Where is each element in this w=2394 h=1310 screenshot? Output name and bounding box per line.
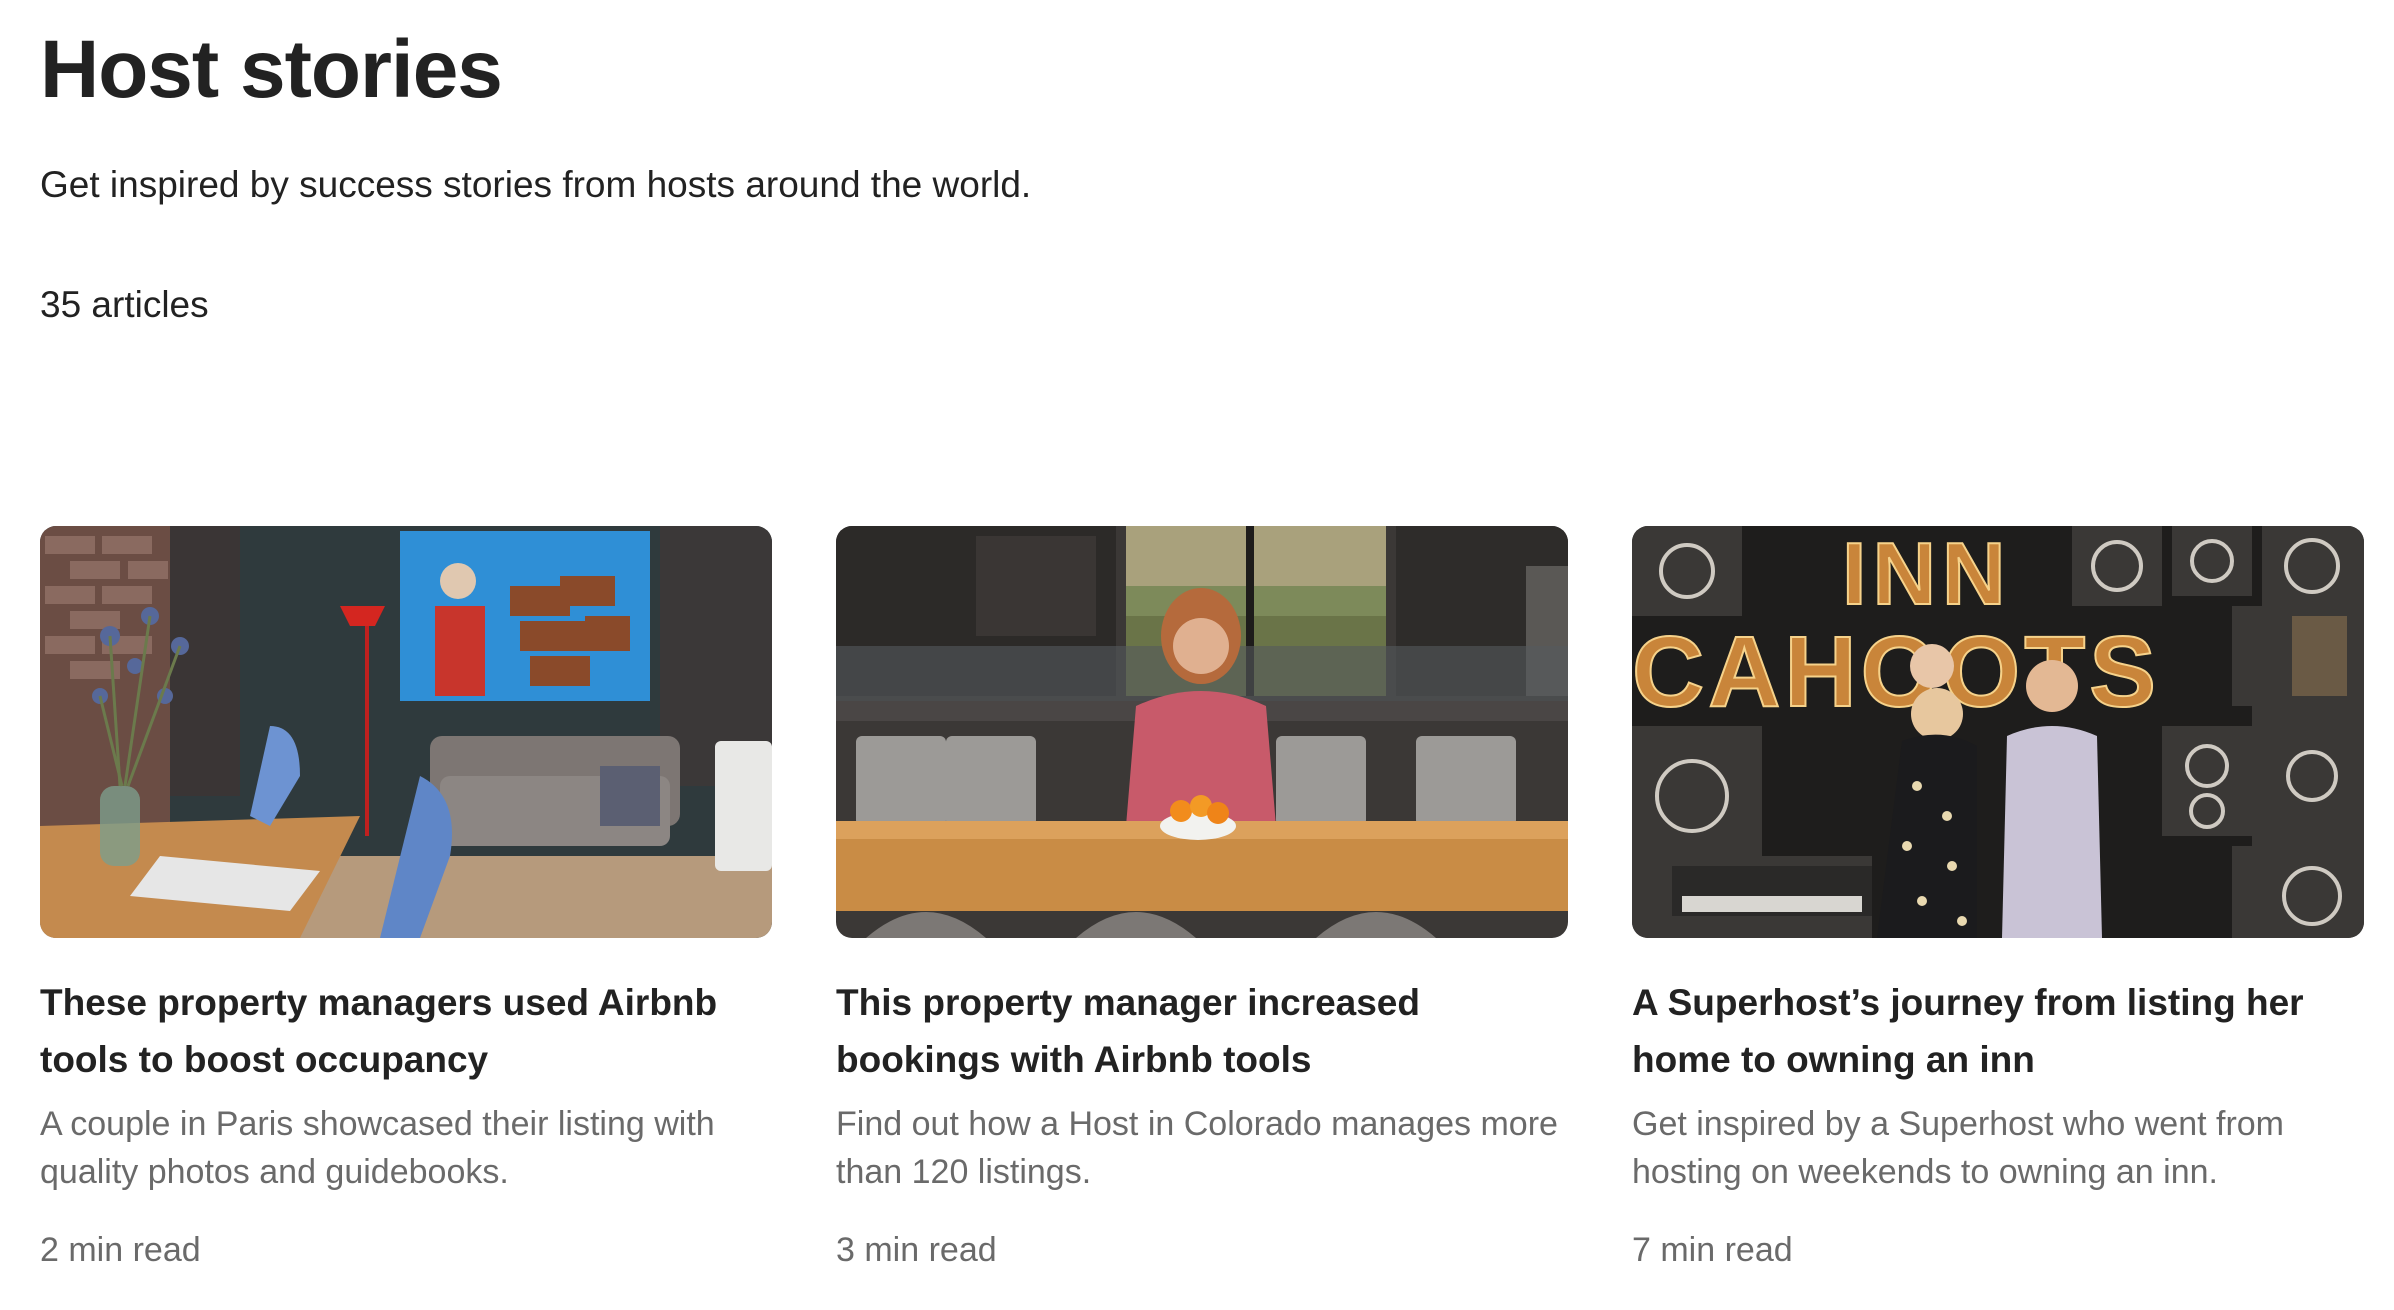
- article-description: A couple in Paris showcased their listin…: [40, 1105, 715, 1191]
- article-count: 35 articles: [40, 284, 209, 325]
- article-title[interactable]: A Superhost’s journey from listing her h…: [1632, 974, 2364, 1088]
- page-title: Host stories: [40, 24, 503, 115]
- inn-sign-text: INN: [1842, 526, 2012, 623]
- article-card[interactable]: This property manager increased bookings…: [836, 526, 1568, 1274]
- article-title[interactable]: These property managers used Airbnb tool…: [40, 974, 772, 1088]
- page-subtitle: Get inspired by success stories from hos…: [40, 164, 1032, 205]
- article-image-living-room[interactable]: [40, 526, 772, 938]
- article-image-kitchen[interactable]: [836, 526, 1568, 938]
- cahoots-sign-text: CAHOOTS: [1632, 616, 2160, 728]
- article-card[interactable]: These property managers used Airbnb tool…: [40, 526, 772, 1274]
- article-description: Get inspired by a Superhost who went fro…: [1632, 1105, 2284, 1191]
- read-time: 7 min read: [1632, 1231, 1793, 1269]
- host-stories-page: Host stories Get inspired by success sto…: [0, 0, 2394, 1310]
- read-time: 3 min read: [836, 1231, 997, 1269]
- article-card[interactable]: INN CAHOOTS A Superhost’s journey from l…: [1632, 526, 2364, 1274]
- article-title[interactable]: This property manager increased bookings…: [836, 974, 1568, 1088]
- article-description: Find out how a Host in Colorado manages …: [836, 1105, 1558, 1191]
- read-time: 2 min read: [40, 1231, 201, 1269]
- article-image-inn[interactable]: INN CAHOOTS: [1632, 526, 2364, 938]
